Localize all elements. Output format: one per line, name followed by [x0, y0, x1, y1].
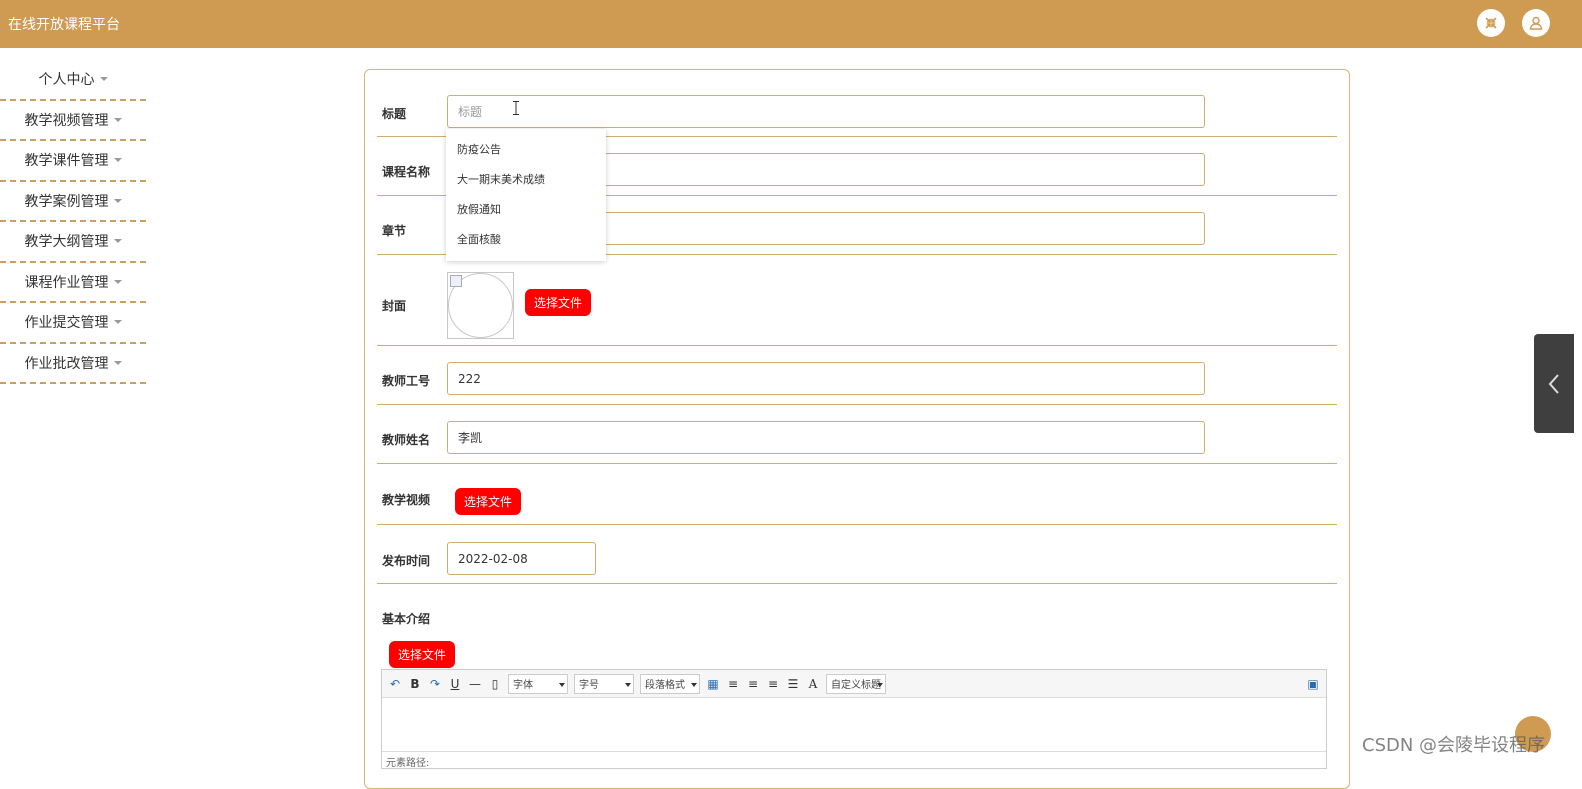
caret-down-icon [113, 320, 122, 325]
watermark-text: CSDN @会陵毕设程序 [1362, 735, 1546, 756]
teacher-name-label: 教师姓名 [382, 433, 431, 447]
new-document-icon[interactable]: ▯ [488, 677, 502, 691]
caret-down-icon [113, 198, 122, 203]
sidebar-menu: 个人中心 教学视频管理 教学课件管理 教学案例管理 教学大纲管理 课程作业管理 … [0, 60, 146, 384]
paragraph-format-select[interactable]: 段落格式 [640, 673, 700, 694]
align-right-icon[interactable]: ≡ [746, 677, 760, 691]
text-cursor-icon [513, 101, 519, 115]
teacher-id-label: 教师工号 [382, 374, 431, 388]
sidebar-item-label: 作业提交管理 [24, 315, 109, 332]
teacher-id-input[interactable]: 222 [447, 362, 1205, 395]
cover-image [447, 272, 514, 339]
teacher-name-input[interactable]: 李凯 [447, 421, 1205, 454]
autocomplete-option[interactable]: 防疫公告 [446, 134, 606, 164]
sidebar-item-label: 个人中心 [38, 72, 95, 89]
form-row-cover: 封面 选择文件 [377, 255, 1337, 346]
intro-choose-file-button[interactable]: 选择文件 [389, 641, 456, 668]
sidebar-item-video-management[interactable]: 教学视频管理 [0, 101, 146, 141]
autocomplete-option[interactable]: 放假通知 [446, 194, 606, 224]
sidebar-item-submission-management[interactable]: 作业提交管理 [0, 303, 146, 344]
custom-heading-select[interactable]: 自定义标题 [826, 673, 886, 694]
editor-content-area[interactable] [382, 698, 1326, 752]
form-row-teacher-name: 教师姓名 李凯 [377, 405, 1337, 464]
bold-icon[interactable]: B [408, 677, 422, 691]
table-icon[interactable]: ▦ [706, 677, 720, 691]
undo-icon[interactable]: ↶ [388, 677, 402, 691]
sidebar-item-personal-center[interactable]: 个人中心 [0, 60, 146, 101]
sidebar-item-homework-management[interactable]: 课程作业管理 [0, 263, 146, 303]
intro-label: 基本介绍 [382, 612, 431, 626]
caret-down-icon [99, 77, 108, 82]
fullscreen-icon[interactable]: ▣ [1306, 677, 1320, 691]
video-choose-file-button[interactable]: 选择文件 [455, 488, 522, 515]
publish-date-input[interactable]: 2022-02-08 [447, 542, 596, 575]
broken-image-icon [450, 275, 462, 287]
font-size-select[interactable]: 字号 [574, 673, 634, 694]
align-center-icon[interactable]: ≡ [766, 677, 780, 691]
font-family-select[interactable]: 字体 [508, 673, 568, 694]
title-input[interactable]: 标题 [447, 95, 1205, 128]
font-color-icon[interactable]: A [806, 677, 820, 691]
sidebar-item-syllabus-management[interactable]: 教学大纲管理 [0, 222, 146, 263]
chapter-label: 章节 [382, 224, 407, 238]
form-row-video: 教学视频 选择文件 [377, 464, 1337, 525]
caret-down-icon [113, 158, 122, 163]
sidebar-item-label: 教学视频管理 [24, 112, 109, 129]
course-name-label: 课程名称 [382, 165, 431, 179]
align-left-icon[interactable]: ≡ [726, 677, 740, 691]
rich-text-editor: ↶ B ↷ U — ▯ 字体 字号 段落格式 ▦ ≡ ≡ ≡ ☰ A 自定义标题… [381, 669, 1327, 769]
sidebar-item-label: 教学大纲管理 [24, 234, 109, 251]
editor-toolbar: ↶ B ↷ U — ▯ 字体 字号 段落格式 ▦ ≡ ≡ ≡ ☰ A 自定义标题… [382, 670, 1326, 698]
video-label: 教学视频 [382, 493, 431, 507]
align-justify-icon[interactable]: ☰ [786, 677, 800, 691]
form-row-publish-time: 发布时间 2022-02-08 [377, 525, 1337, 584]
horizontal-rule-icon[interactable]: — [468, 677, 482, 691]
sidebar-item-label: 课程作业管理 [24, 274, 109, 291]
caret-down-icon [113, 279, 122, 284]
caret-down-icon [113, 360, 122, 365]
fullscreen-exit-icon[interactable] [1477, 9, 1505, 37]
top-bar: 在线开放课程平台 [0, 0, 1582, 48]
publish-time-label: 发布时间 [382, 554, 431, 568]
sidebar-item-case-management[interactable]: 教学案例管理 [0, 182, 146, 222]
autocomplete-option[interactable]: 全面核酸 [446, 224, 606, 254]
editor-element-path: 元素路径: [386, 758, 430, 769]
sidebar-item-grading-management[interactable]: 作业批改管理 [0, 344, 146, 384]
chevron-left-icon [1548, 373, 1559, 394]
sidebar-item-label: 教学案例管理 [24, 193, 109, 210]
form-row-teacher-id: 教师工号 222 [377, 346, 1337, 405]
app-title: 在线开放课程平台 [8, 17, 120, 33]
caret-down-icon [113, 117, 122, 122]
autocomplete-option[interactable]: 大一期末美术成绩 [446, 164, 606, 194]
side-panel-toggle[interactable] [1534, 334, 1574, 433]
underline-icon[interactable]: U [448, 677, 462, 691]
cover-label: 封面 [382, 299, 407, 313]
cover-choose-file-button[interactable]: 选择文件 [525, 289, 592, 316]
form-row-title: 标题 标题 [377, 70, 1337, 137]
title-autocomplete-dropdown: 防疫公告 大一期末美术成绩 放假通知 全面核酸 [446, 129, 606, 261]
caret-down-icon [113, 239, 122, 244]
sidebar-item-label: 教学课件管理 [24, 153, 109, 170]
user-icon[interactable] [1522, 9, 1550, 37]
redo-icon[interactable]: ↷ [428, 677, 442, 691]
title-label: 标题 [382, 107, 407, 121]
sidebar-item-courseware-management[interactable]: 教学课件管理 [0, 141, 146, 182]
sidebar-item-label: 作业批改管理 [24, 355, 109, 372]
